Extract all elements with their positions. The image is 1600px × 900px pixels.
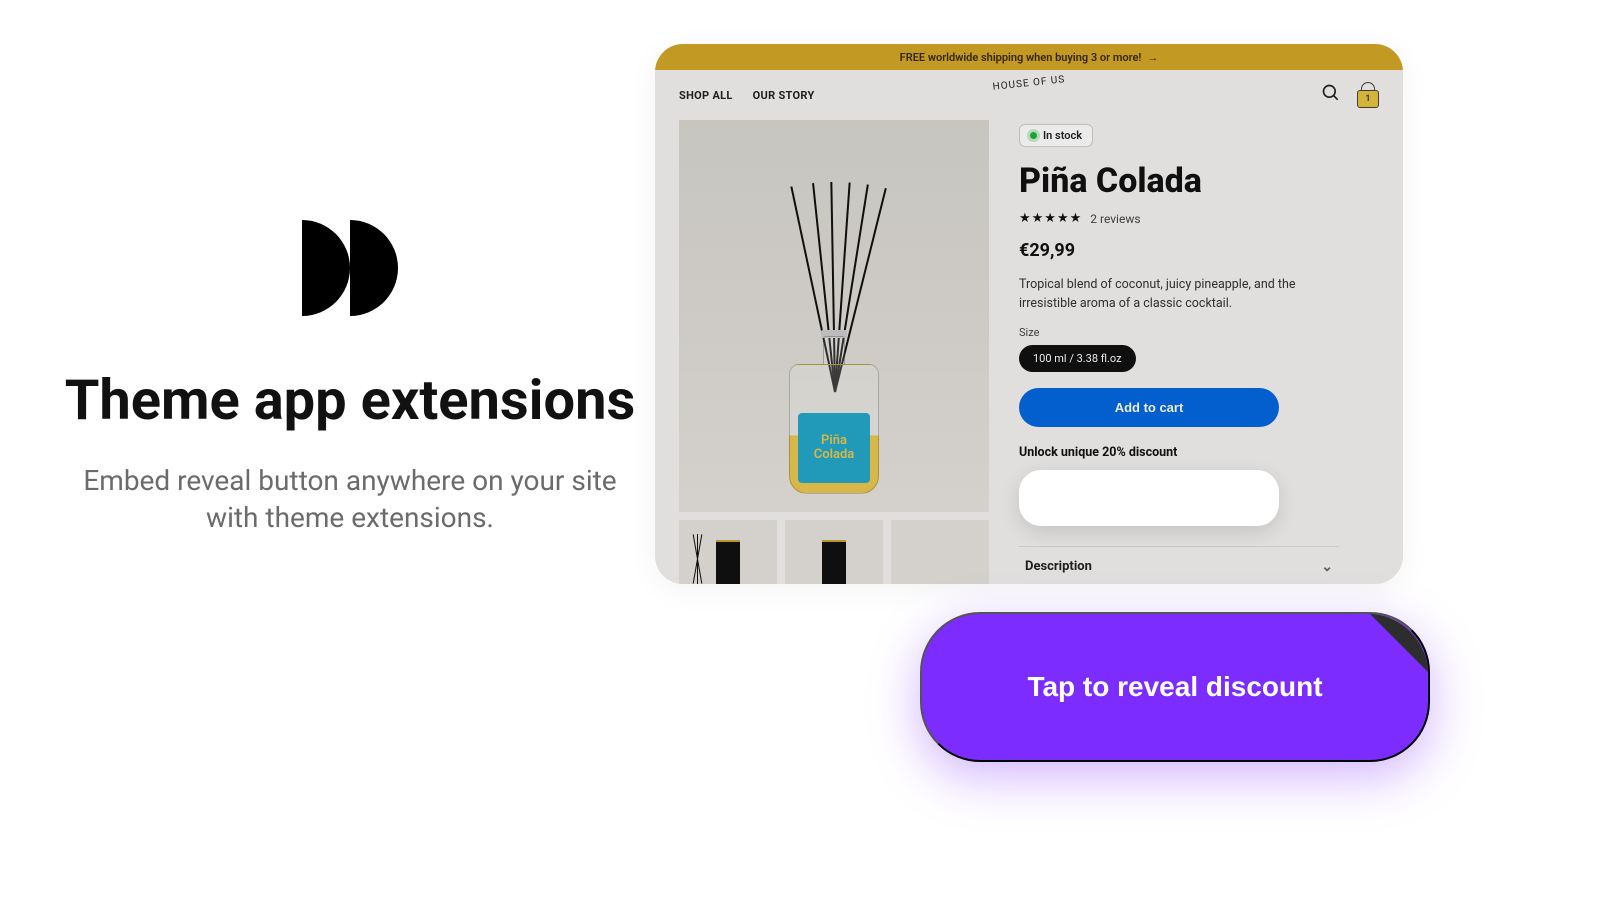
thumbnail-2[interactable] [785,520,883,584]
promo-subtitle: Embed reveal button anywhere on your sit… [60,462,640,538]
product-price: €29,99 [1019,240,1379,261]
product-rating[interactable]: ★★★★★ 2 reviews [1019,211,1379,226]
tap-to-reveal-button[interactable]: Tap to reveal discount [920,612,1430,762]
star-icon: ★★★★★ [1019,211,1082,226]
stock-badge: In stock [1019,124,1093,147]
reveal-button-placeholder[interactable] [1019,470,1279,526]
nav-shop-all[interactable]: SHOP ALL [679,89,733,102]
description-accordion[interactable]: Description ⌄ [1019,546,1339,584]
arrow-right-icon: → [1147,51,1158,64]
cta-label: Tap to reveal discount [1027,671,1322,703]
product-title: Piña Colada [1019,161,1379,201]
cart-count: 1 [1357,90,1379,108]
promo-title: Theme app extensions [60,370,640,432]
search-icon[interactable] [1321,83,1341,107]
product-details: In stock Piña Colada ★★★★★ 2 reviews €29… [1019,120,1379,584]
thumbnail-1[interactable] [679,520,777,584]
unlock-discount-label: Unlock unique 20% discount [1019,445,1379,460]
cart-icon[interactable]: 1 [1357,82,1379,108]
option-label: Size [1019,326,1379,339]
announcement-bar[interactable]: FREE worldwide shipping when buying 3 or… [655,44,1403,70]
chevron-down-icon: ⌄ [1321,559,1333,575]
product-gallery: Piña Colada [679,120,989,584]
reviews-count: 2 reviews [1090,212,1140,226]
peel-corner-icon [1368,614,1428,674]
brand-logo[interactable]: HOUSE OF US [993,78,1066,89]
product-description: Tropical blend of coconut, juicy pineapp… [1019,275,1339,314]
thumbnail-3[interactable] [891,520,989,584]
announcement-text: FREE worldwide shipping when buying 3 or… [900,51,1142,64]
size-option[interactable]: 100 ml / 3.38 fl.oz [1019,345,1136,372]
stock-dot-icon [1030,132,1037,139]
promo-panel: Theme app extensions Embed reveal button… [60,220,640,537]
store-preview: FREE worldwide shipping when buying 3 or… [655,44,1403,584]
nav-our-story[interactable]: OUR STORY [753,89,815,102]
add-to-cart-button[interactable]: Add to cart [1019,388,1279,427]
app-logo-icon [300,220,400,320]
product-main-image[interactable]: Piña Colada [679,120,989,512]
store-header: SHOP ALL OUR STORY HOUSE OF US 1 [655,70,1403,120]
